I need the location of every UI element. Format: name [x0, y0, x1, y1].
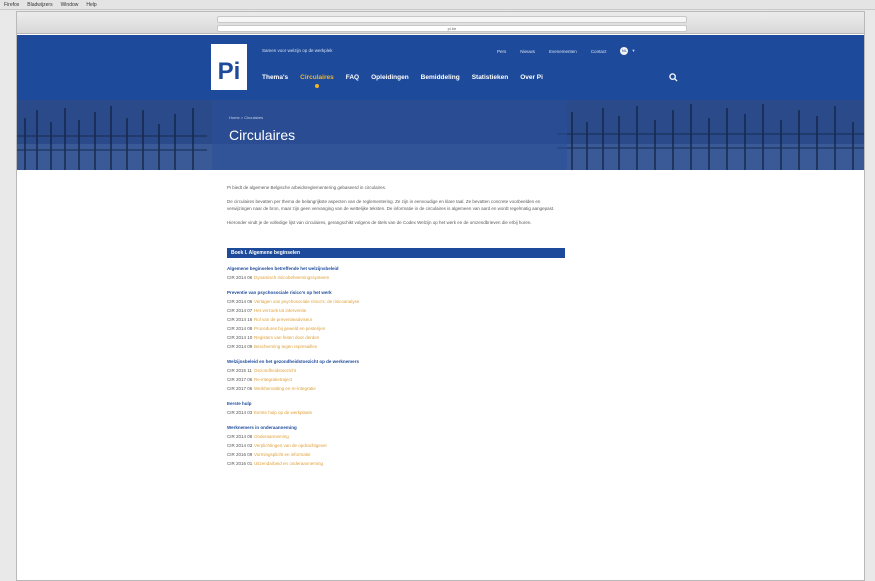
- chevron-down-icon[interactable]: ▾: [632, 48, 634, 54]
- nav-item-over-pi[interactable]: Over Pi: [520, 74, 543, 81]
- circular-link[interactable]: Uitzendarbeid en onderaanneming: [254, 459, 323, 468]
- list-item[interactable]: CIR 2014 03 Eerste hulp op de werkplaats: [227, 408, 565, 417]
- circular-link[interactable]: Onderaanneming: [254, 432, 289, 441]
- nav-item-faq[interactable]: FAQ: [346, 74, 359, 81]
- breadcrumb[interactable]: Home > Circulaires: [229, 115, 263, 120]
- language-switch[interactable]: NL: [620, 47, 629, 55]
- circular-code: CIR 2017 06: [227, 377, 253, 382]
- book-header: Boek I. Algemene beginselen: [227, 248, 565, 258]
- section-title: Eerste hulp: [227, 401, 252, 406]
- circular-code: CIR 2014 06: [227, 299, 253, 304]
- util-link-contact[interactable]: Contact: [591, 49, 607, 54]
- intro-paragraph: Hieronder vindt je de volledige lijst va…: [227, 220, 532, 225]
- util-link-pers[interactable]: Pers: [497, 49, 506, 54]
- list-item[interactable]: CIR 2014 06 Dynamisch risicobeheersingssy…: [227, 273, 565, 282]
- section-title: Algemene beginselen betreffende het welz…: [227, 266, 339, 271]
- circular-link[interactable]: Bescherming tegen represailles: [254, 342, 317, 351]
- circular-code: CIR 2016 01: [227, 461, 253, 466]
- nav-item-statistieken[interactable]: Statistieken: [472, 74, 509, 81]
- circular-code: CIR 2014 03: [227, 443, 253, 448]
- menu-item-help[interactable]: Help: [86, 2, 96, 8]
- construction-scaffold-image: [17, 100, 864, 170]
- search-icon[interactable]: [669, 73, 678, 82]
- circular-code: CIR 2017 06: [227, 386, 253, 391]
- section-title: Werknemers in onderaanneming: [227, 425, 297, 430]
- browser-chrome: pi.be: [17, 12, 864, 34]
- circular-section: Algemene beginselen betreffende het welz…: [227, 264, 565, 282]
- circular-link[interactable]: Re-integratietraject: [254, 375, 292, 384]
- util-link-evenementen[interactable]: Evenementen: [549, 49, 577, 54]
- circular-section: Preventie van psychosociale risico's op …: [227, 288, 565, 351]
- circular-code: CIR 2014 06: [227, 275, 253, 280]
- header-tagline: Samen voor welzijn op de werkplek: [262, 48, 333, 53]
- circular-section: Werknemers in onderaanneming CIR 2014 08…: [227, 423, 565, 468]
- nav-item-themas[interactable]: Thema's: [262, 74, 288, 81]
- nav-item-bemiddeling[interactable]: Bemiddeling: [421, 74, 460, 81]
- main-nav: Thema's Circulaires FAQ Opleidingen Bemi…: [262, 74, 555, 81]
- tab-bar[interactable]: [217, 16, 687, 23]
- list-item[interactable]: CIR 2017 06 Werkhervatting en re-integrat…: [227, 384, 565, 393]
- list-item[interactable]: CIR 2016 01 Uitzendarbeid en onderaannemi…: [227, 459, 565, 468]
- intro-paragraph: Pi biedt de algemene Belgische arbeidsre…: [227, 185, 387, 190]
- list-item[interactable]: CIR 2016 09 Vormingsplicht en informatie: [227, 450, 565, 459]
- circular-code: CIR 2014 10: [227, 335, 253, 340]
- nav-item-circulaires[interactable]: Circulaires: [300, 74, 334, 81]
- main-content: Pi biedt de algemene Belgische arbeidsre…: [227, 184, 565, 468]
- circular-code: CIR 2015 11: [227, 368, 252, 373]
- list-item[interactable]: CIR 2014 06 Verlagen van psychosociale ri…: [227, 297, 565, 306]
- circular-link[interactable]: Gezondheidstoezicht: [254, 366, 296, 375]
- list-item[interactable]: CIR 2014 08 Onderaanneming: [227, 432, 565, 441]
- site-logo[interactable]: Pi: [211, 44, 247, 90]
- circular-section: Eerste hulp CIR 2014 03 Eerste hulp op de…: [227, 399, 565, 417]
- list-item[interactable]: CIR 2014 09 Bescherming tegen represaille…: [227, 342, 565, 351]
- circular-code: CIR 2016 09: [227, 452, 253, 457]
- menu-item-window[interactable]: Window: [61, 2, 79, 8]
- utility-links: Pers Nieuws Evenementen Contact NL ▾: [497, 47, 649, 55]
- circular-link[interactable]: Eerste hulp op de werkplaats: [254, 408, 312, 417]
- circular-link[interactable]: Registers van feiten door derden: [254, 333, 319, 342]
- circular-link[interactable]: Dynamisch risicobeheersingssysteem: [254, 273, 329, 282]
- circular-link[interactable]: Vormingsplicht en informatie: [254, 450, 311, 459]
- nav-item-opleidingen[interactable]: Opleidingen: [371, 74, 409, 81]
- page-title: Circulaires: [229, 127, 296, 143]
- circular-link[interactable]: Werkhervatting en re-integratie: [254, 384, 316, 393]
- list-item[interactable]: CIR 2014 16 Rol van de preventieadviseur: [227, 315, 565, 324]
- util-link-nieuws[interactable]: Nieuws: [520, 49, 535, 54]
- list-item[interactable]: CIR 2017 06 Re-integratietraject: [227, 375, 565, 384]
- menu-item-bookmarks[interactable]: Bladwijzers: [27, 2, 52, 8]
- circular-link[interactable]: Verlagen van psychosociale risico's: de …: [254, 297, 359, 306]
- circular-code: CIR 2014 07: [227, 308, 253, 313]
- menu-item-firefox[interactable]: Firefox: [4, 2, 19, 8]
- intro-paragraph: De circulaires bevatten per thema de bel…: [227, 199, 555, 211]
- address-bar[interactable]: pi.be: [217, 25, 687, 32]
- circular-code: CIR 2014 16: [227, 317, 253, 322]
- circular-code: CIR 2014 08: [227, 434, 253, 439]
- list-item[interactable]: CIR 2015 11 Gezondheidstoezicht: [227, 366, 565, 375]
- circular-code: CIR 2014 03: [227, 410, 253, 415]
- circular-code: CIR 2014 09: [227, 344, 253, 349]
- site-header: Pi Samen voor welzijn op de werkplek Per…: [17, 35, 864, 100]
- hero-banner: Home > Circulaires Circulaires: [17, 100, 864, 170]
- section-title: Welzijnsbeleid en het gezondheidstoezich…: [227, 359, 359, 364]
- circular-section: Welzijnsbeleid en het gezondheidstoezich…: [227, 357, 565, 393]
- circular-code: CIR 2014 08: [227, 326, 253, 331]
- list-item[interactable]: CIR 2014 07 Het verzoek tot interventie: [227, 306, 565, 315]
- section-title: Preventie van psychosociale risico's op …: [227, 290, 332, 295]
- circular-link[interactable]: Rol van de preventieadviseur: [254, 315, 312, 324]
- os-menubar: Firefox Bladwijzers Window Help: [0, 0, 875, 10]
- browser-window: pi.be Pi Samen voor welzijn op de werkpl…: [16, 11, 865, 581]
- circular-link[interactable]: Verplichtingen van de opdrachtgever: [254, 441, 327, 450]
- circular-link[interactable]: Procedures bij geweld en pesterijen: [254, 324, 325, 333]
- list-item[interactable]: CIR 2014 03 Verplichtingen van de opdrach…: [227, 441, 565, 450]
- list-item[interactable]: CIR 2014 08 Procedures bij geweld en pest…: [227, 324, 565, 333]
- list-item[interactable]: CIR 2014 10 Registers van feiten door der…: [227, 333, 565, 342]
- circular-link[interactable]: Het verzoek tot interventie: [254, 306, 306, 315]
